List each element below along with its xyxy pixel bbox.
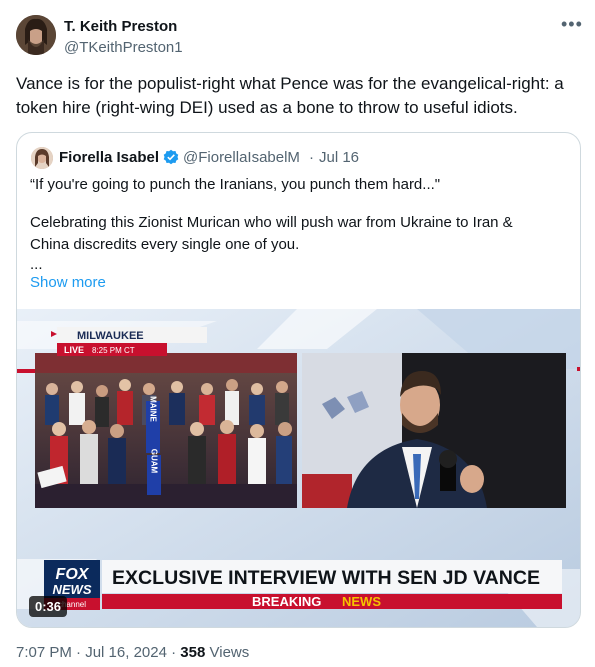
live-label: LIVE [64, 345, 84, 355]
tweet-text: Vance is for the populist-right what Pen… [16, 74, 564, 117]
quote-text-line: China discredits every single one of you… [30, 236, 300, 253]
quote-text-line: Celebrating this Zionist Murican who wil… [30, 214, 513, 231]
more-horizontal-icon[interactable]: ••• [561, 14, 583, 35]
views-count[interactable]: 358 [180, 644, 205, 661]
verified-badge-icon [163, 149, 179, 165]
logo-fox-text: FOX [56, 566, 90, 583]
live-time-label: 8:25 PM CT [92, 346, 135, 355]
news-text: NEWS [342, 594, 381, 609]
video-frame[interactable]: MAINE GUAM MILWAUKEE LIVE 8:25 PM CT EXC… [17, 309, 580, 627]
logo-news-text: NEWS [53, 582, 92, 597]
author-avatar[interactable] [16, 15, 56, 55]
quote-avatar[interactable] [31, 147, 53, 169]
duration-text: 0:36 [35, 599, 61, 614]
views-label: Views [209, 644, 250, 661]
post-date[interactable]: Jul 16, 2024 [85, 644, 167, 661]
breaking-text: BREAKING [252, 594, 321, 609]
meta-separator: · [171, 644, 177, 661]
tweet-metadata: 7:07 PM · Jul 16, 2024 · 358 Views [16, 644, 249, 661]
quoted-tweet[interactable]: Fiorella Isabel @FiorellaIsabelM · Jul 1… [16, 132, 581, 628]
quote-separator: · [309, 149, 314, 166]
headline-text: EXCLUSIVE INTERVIEW WITH SEN JD VANCE [112, 568, 540, 589]
quote-date[interactable]: Jul 16 [319, 149, 359, 166]
post-time[interactable]: 7:07 PM [16, 644, 72, 661]
author-name[interactable]: T. Keith Preston [64, 18, 177, 35]
author-handle[interactable]: @TKeithPreston1 [64, 39, 183, 56]
embedded-video[interactable]: MAINE GUAM MILWAUKEE LIVE 8:25 PM CT EXC… [17, 309, 580, 627]
meta-separator: · [76, 644, 82, 661]
quote-author-name[interactable]: Fiorella Isabel [59, 149, 159, 166]
location-label: MILWAUKEE [77, 330, 144, 342]
quote-author-handle[interactable]: @FiorellaIsabelM [183, 149, 300, 166]
maine-sign-text: MAINE [149, 396, 158, 422]
quote-text-line: ... [30, 256, 43, 273]
guam-sign-text: GUAM [150, 449, 159, 474]
breaking-news-bar [102, 594, 562, 609]
quote-text-line: “If you're going to punch the Iranians, … [30, 176, 441, 193]
show-more-link[interactable]: Show more [30, 274, 106, 291]
